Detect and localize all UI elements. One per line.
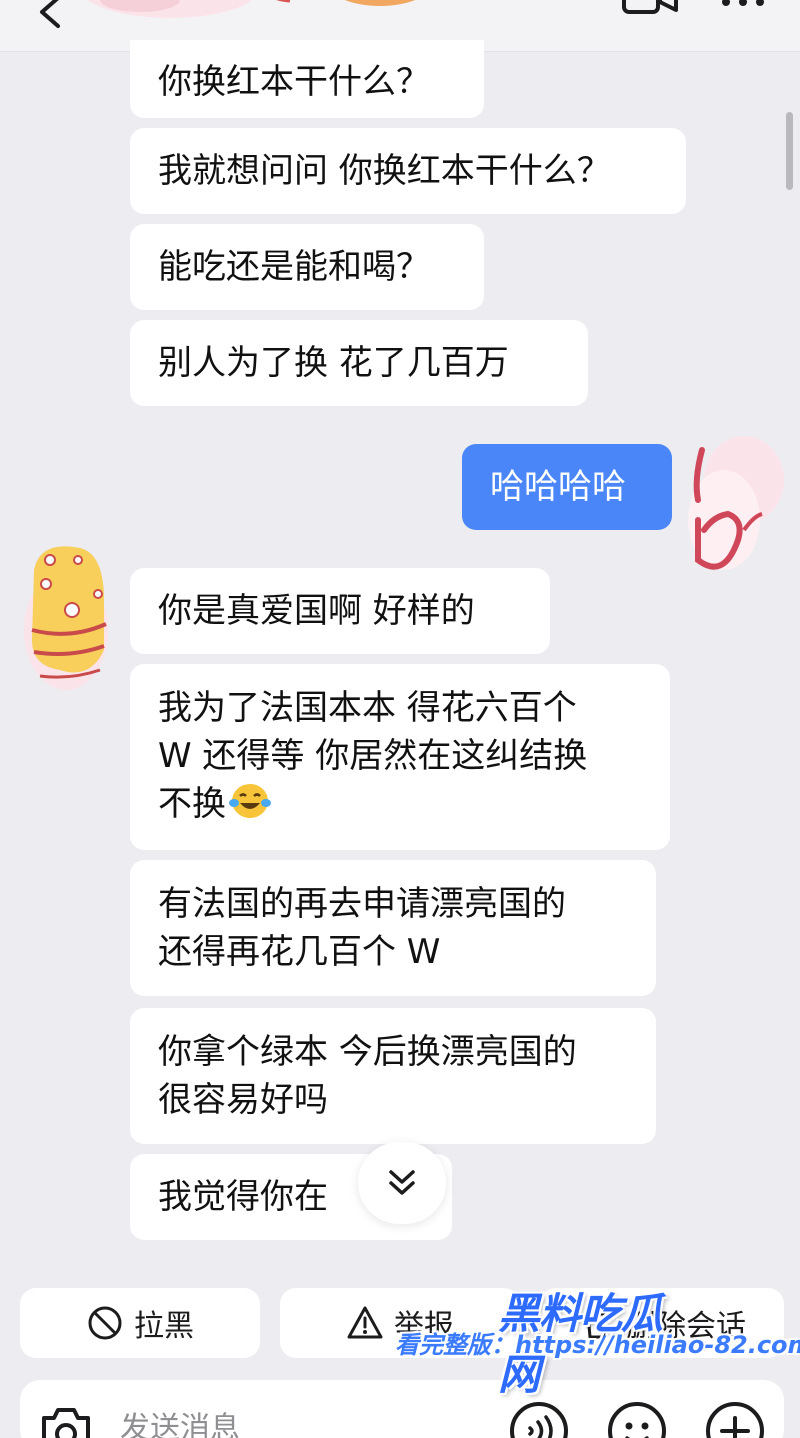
message-text: 哈哈哈哈 (490, 467, 626, 507)
emoji-face-icon[interactable] (606, 1400, 668, 1438)
contact-avatar-blurred[interactable] (20, 540, 120, 700)
chevron-left-icon[interactable] (30, 0, 70, 34)
block-icon (88, 1306, 122, 1340)
crying-laughing-emoji-icon (229, 784, 271, 818)
message-bubble[interactable]: 你拿个绿本 今后换漂亮国的 很容易好吗 (130, 1008, 656, 1144)
scroll-to-latest-button[interactable] (358, 1142, 446, 1224)
double-chevron-down-icon (389, 1170, 415, 1195)
message-bubble[interactable]: 我就想问问 你换红本干什么？ (130, 128, 686, 214)
message-text: 我就想问问 你换红本干什么？ (158, 151, 611, 191)
message-bubble[interactable]: 能吃还是能和喝？ (130, 224, 484, 310)
voice-icon[interactable] (508, 1400, 570, 1438)
block-button[interactable]: 拉黑 (20, 1288, 260, 1358)
message-text: 你换红本干什么？ (158, 62, 430, 102)
message-line: 不换 (158, 780, 642, 828)
warning-triangle-icon (347, 1306, 383, 1339)
message-bubble[interactable]: 你换红本干什么？ (130, 40, 484, 118)
my-avatar-blurred[interactable] (674, 420, 784, 580)
message-line: W 还得等 你居然在这纠结换 (158, 736, 588, 776)
message-bubble[interactable]: 你是真爱国啊 好样的 (130, 568, 550, 654)
message-bubble[interactable]: 别人为了换 花了几百万 (130, 320, 588, 406)
message-line: 我为了法国本本 得花六百个 (158, 688, 577, 728)
message-text: 我觉得你在 (158, 1177, 328, 1217)
watermark-prefix: 看完整版： (395, 1331, 515, 1359)
message-text: 别人为了换 花了几百万 (158, 343, 509, 383)
scrollbar[interactable] (786, 112, 793, 190)
message-line: 有法国的再去申请漂亮国的 (158, 884, 566, 924)
message-text: 你是真爱国啊 好样的 (158, 591, 475, 631)
plus-circle-icon[interactable] (704, 1400, 766, 1438)
message-line-text: 不换 (158, 784, 226, 824)
video-call-icon[interactable] (620, 0, 680, 22)
message-composer (20, 1380, 784, 1438)
block-label: 拉黑 (134, 1309, 194, 1344)
message-line: 你拿个绿本 今后换漂亮国的 (158, 1032, 577, 1072)
watermark-url: https://heiliao-82.com (515, 1331, 800, 1359)
message-text: 能吃还是能和喝？ (158, 247, 430, 287)
message-bubble[interactable]: 有法国的再去申请漂亮国的 还得再花几百个 W (130, 860, 656, 996)
camera-icon[interactable] (38, 1402, 94, 1438)
contact-avatar-blurred[interactable] (80, 0, 440, 34)
message-bubble[interactable]: 我为了法国本本 得花六百个 W 还得等 你居然在这纠结换 不换 (130, 664, 670, 850)
watermark-url-line: 看完整版：https://heiliao-82.com (395, 1325, 800, 1365)
message-line: 很容易好吗 (158, 1080, 328, 1120)
message-line: 还得再花几百个 W (158, 932, 441, 972)
more-dots-icon[interactable] (718, 0, 768, 12)
my-message-bubble[interactable]: 哈哈哈哈 (462, 444, 672, 530)
message-input[interactable] (120, 1408, 500, 1438)
